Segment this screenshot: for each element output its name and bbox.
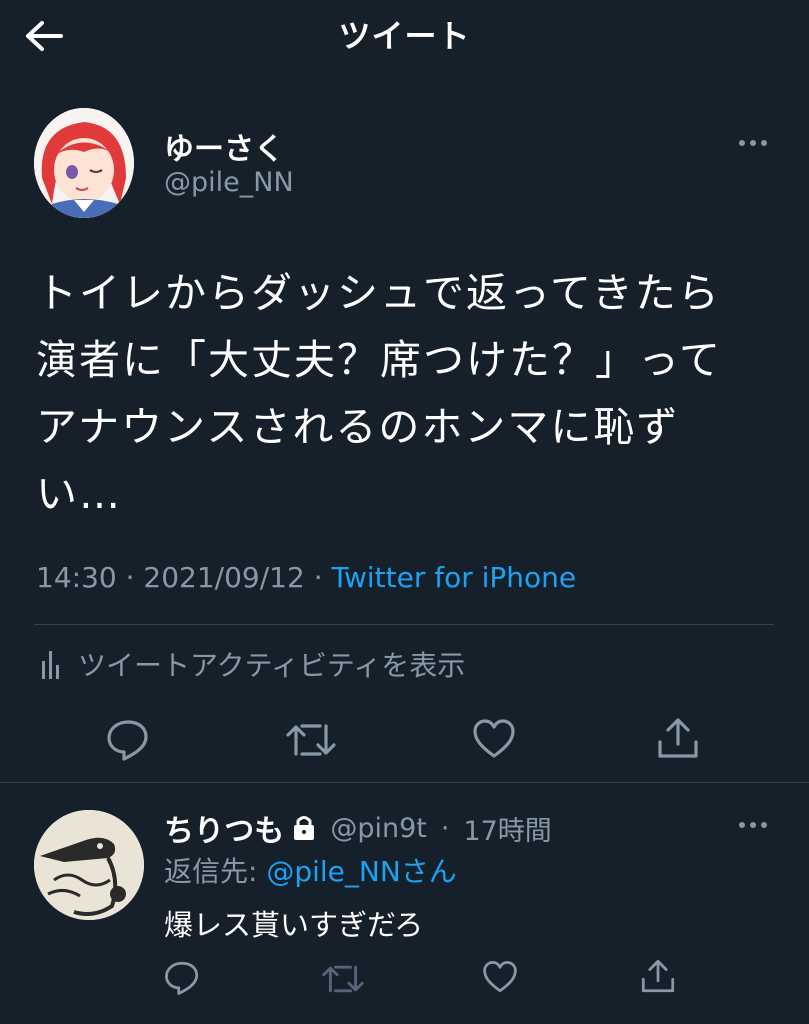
- retweet-button[interactable]: [286, 720, 336, 764]
- reply-author-row: ちりつも @pin9t · 17時間: [164, 806, 552, 850]
- tweet-date: 2021/09/12: [143, 561, 305, 594]
- reply-icon: [107, 720, 148, 761]
- meta-separator: ·: [440, 812, 450, 844]
- lock-icon: [294, 816, 315, 840]
- page-title: ツイート: [338, 17, 471, 55]
- reply-author-name[interactable]: ちりつも: [164, 806, 284, 850]
- reply-to-prefix: 返信先:: [164, 855, 267, 888]
- more-dot-icon: [750, 822, 756, 828]
- like-button[interactable]: [472, 718, 516, 764]
- tweet-text: トイレからダッシュで返ってきたら 演者に「大丈夫？席つけた？」って アナウンスさ…: [36, 269, 722, 518]
- author-name[interactable]: ゆーさく: [164, 124, 284, 168]
- reply-time: 17時間: [463, 815, 552, 847]
- activity-label: ツイートアクティビティを表示: [78, 649, 466, 682]
- more-dot-icon: [739, 140, 745, 146]
- top-bar: ツイート: [0, 0, 809, 80]
- tweet-time: 14:30: [36, 561, 117, 594]
- meta-separator: ·: [304, 561, 332, 594]
- divider: [34, 624, 774, 625]
- reply-author-handle[interactable]: @pin9t: [330, 813, 427, 844]
- reply-author-avatar[interactable]: [34, 810, 144, 920]
- reply-icon: [165, 961, 199, 995]
- like-icon: [473, 719, 515, 758]
- analytics-bars-icon: [42, 651, 59, 679]
- reply-to-mention[interactable]: @pile_NNさん: [266, 855, 456, 888]
- arrow-left-icon: [26, 21, 63, 51]
- tweet-source-link[interactable]: Twitter for iPhone: [332, 561, 577, 594]
- back-button[interactable]: [22, 14, 66, 58]
- reply-to-line: 返信先: @pile_NNさん: [164, 850, 457, 890]
- meta-separator: ·: [116, 561, 144, 594]
- more-dot-icon: [750, 140, 756, 146]
- reply-text: 爆レス貰いすぎだろ: [164, 908, 424, 942]
- more-dot-icon: [761, 822, 767, 828]
- share-icon: [641, 959, 675, 993]
- reply-button[interactable]: [106, 718, 150, 766]
- like-icon: [483, 961, 517, 993]
- share-icon: [658, 718, 698, 758]
- reply-like-button[interactable]: [482, 960, 518, 998]
- retweet-icon: [286, 724, 336, 756]
- more-dot-icon: [761, 140, 767, 146]
- divider: [0, 782, 809, 783]
- tweet-meta: 14:30 · 2021/09/12 · Twitter for iPhone: [36, 561, 576, 594]
- reply-retweet-button[interactable]: [322, 962, 364, 1000]
- reply-share-button[interactable]: [640, 958, 676, 998]
- reply-reply-button[interactable]: [164, 960, 200, 1000]
- retweet-icon: [322, 965, 364, 993]
- tweet-activity-link[interactable]: ツイートアクティビティを表示: [40, 644, 465, 684]
- reply-more-options-button[interactable]: [739, 822, 767, 828]
- more-dot-icon: [739, 822, 745, 828]
- more-options-button[interactable]: [739, 140, 767, 146]
- author-avatar[interactable]: [34, 108, 134, 218]
- author-handle[interactable]: @pile_NN: [164, 167, 294, 198]
- share-button[interactable]: [656, 716, 700, 764]
